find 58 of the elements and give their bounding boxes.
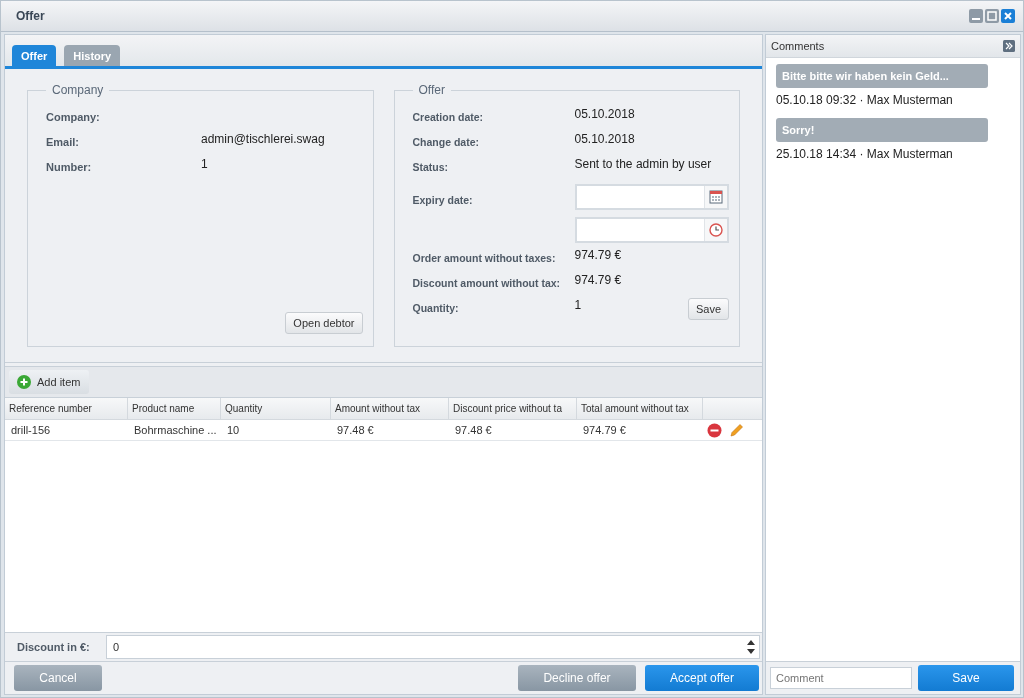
column-header[interactable]: Discount price without ta — [449, 398, 577, 419]
table-cell-text: 974.79 € — [582, 423, 627, 438]
minimize-icon[interactable] — [969, 9, 983, 23]
field-label: Quantity: — [412, 301, 460, 314]
save-comment-button[interactable]: Save — [918, 665, 1014, 691]
field-label: Order amount without taxes: — [412, 251, 557, 264]
field-label: Expiry date: — [412, 192, 474, 206]
table-cell-text: 97.48 € — [336, 423, 375, 438]
comment-bubble: Bitte bitte wir haben kein Geld... — [776, 64, 988, 88]
column-header[interactable]: Product name — [128, 398, 221, 419]
column-header[interactable]: Total amount without tax — [577, 398, 703, 419]
date-field[interactable] — [574, 183, 729, 210]
field-label: Change date: — [412, 135, 480, 148]
field-label: Creation date: — [412, 110, 485, 123]
window-title: Offer — [16, 9, 45, 23]
comments-title: Comments — [771, 40, 825, 52]
field-value: 05.10.2018 — [574, 131, 635, 146]
field-label: Email: — [46, 135, 80, 148]
save-button[interactable]: Save — [687, 298, 729, 320]
field-value: 1 — [201, 156, 208, 171]
panel-legend: Offer — [412, 83, 451, 97]
collapse-icon[interactable] — [1003, 40, 1015, 52]
field-value: Sent to the admin by user — [574, 156, 712, 171]
column-header[interactable]: Quantity — [221, 398, 331, 419]
table-cell-text: 10 — [226, 423, 241, 438]
field-value: 974.79 € — [574, 247, 622, 262]
pencil-icon[interactable] — [729, 422, 744, 438]
add-item-button[interactable]: Add item — [9, 370, 90, 394]
comment-meta: 05.10.18 09:32 · Max Musterman — [776, 93, 954, 107]
field-label: Status: — [412, 160, 450, 173]
table-cell-text: 97.48 € — [454, 423, 493, 438]
comment-meta: 25.10.18 14:34 · Max Musterman — [776, 147, 954, 161]
panel-legend: Company — [46, 83, 110, 97]
field-value: admin@tischlerei.swag — [201, 131, 325, 146]
close-icon[interactable] — [1001, 9, 1015, 23]
field-value: 1 — [574, 297, 582, 312]
discount-field[interactable]: 0 — [106, 635, 760, 659]
comment-bubble: Sorry! — [776, 118, 988, 142]
field-label: Company: — [46, 110, 101, 123]
open-debtor-button[interactable]: Open debtor — [285, 312, 363, 334]
accept-offer-button[interactable]: Accept offer — [645, 665, 759, 691]
maximize-icon[interactable] — [985, 9, 999, 23]
time-field[interactable] — [574, 216, 729, 243]
field-value: 974.79 € — [574, 272, 622, 287]
clock-icon[interactable] — [708, 222, 723, 237]
calendar-icon[interactable] — [708, 189, 723, 204]
table-cell-text: drill-156 — [10, 423, 52, 438]
column-header[interactable]: Reference number — [5, 398, 128, 419]
field-value: 05.10.2018 — [574, 106, 635, 121]
remove-icon[interactable] — [707, 422, 722, 438]
tab[interactable]: Offer — [12, 45, 57, 66]
table-cell-text: Bohrmaschine ... — [133, 423, 218, 438]
field-label: Discount amount without tax: — [412, 276, 562, 289]
discount-label: Discount in €: — [17, 641, 91, 653]
comment-field[interactable]: Comment — [770, 667, 912, 689]
plus-icon — [17, 375, 31, 389]
field-label: Number: — [46, 160, 93, 173]
column-header[interactable]: Amount without tax — [331, 398, 449, 419]
